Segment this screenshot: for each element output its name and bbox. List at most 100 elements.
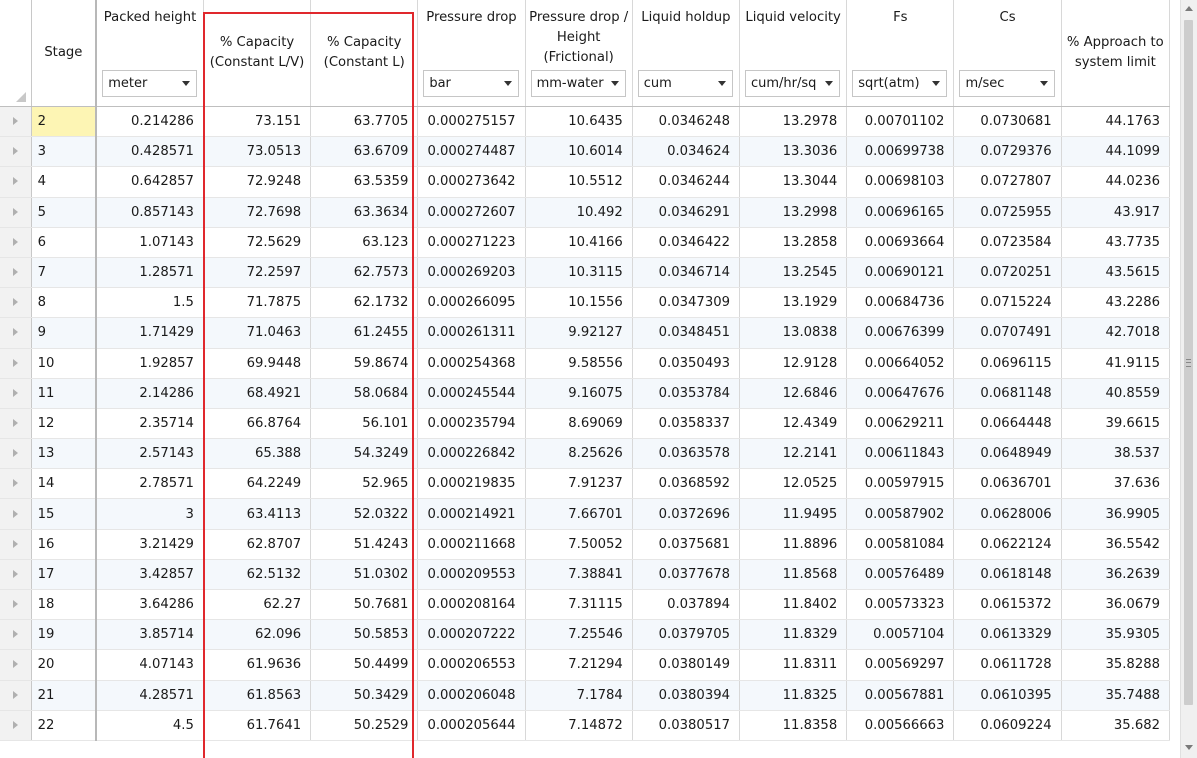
cell-cap_lv[interactable]: 72.2597 — [203, 257, 312, 289]
cell-packed_height[interactable]: 1.71429 — [96, 317, 204, 349]
row-selector[interactable] — [0, 197, 32, 228]
cell-cs[interactable]: 0.0681148 — [953, 378, 1062, 409]
cell-holdup[interactable]: 0.0348451 — [632, 317, 741, 349]
cell-cap_l[interactable]: 50.4499 — [310, 649, 419, 681]
cell-cap_l[interactable]: 63.123 — [310, 227, 419, 258]
cell-dp_h[interactable]: 10.6435 — [525, 106, 633, 138]
cell-dp[interactable]: 0.000206553 — [417, 649, 526, 681]
row-selector[interactable] — [0, 257, 32, 289]
cell-packed_height[interactable]: 3.21429 — [96, 529, 204, 560]
cell-cs[interactable]: 0.0707491 — [953, 317, 1062, 349]
cell-cap_lv[interactable]: 69.9448 — [203, 348, 312, 379]
cell-approach[interactable]: 44.1099 — [1061, 136, 1171, 168]
cell-stage[interactable]: 5 — [31, 197, 98, 228]
cell-dp[interactable]: 0.000208164 — [417, 589, 526, 621]
row-selector[interactable] — [0, 559, 32, 591]
cell-cap_l[interactable]: 62.1732 — [310, 287, 419, 319]
cell-packed_height[interactable]: 3.85714 — [96, 619, 204, 651]
cell-stage[interactable]: 22 — [31, 710, 98, 741]
cell-velocity[interactable]: 12.0525 — [739, 468, 848, 500]
cell-packed_height[interactable]: 0.857143 — [96, 197, 204, 228]
table-row[interactable]: 2 0.214286 73.151 63.7705 0.000275157 10.6435… — [0, 106, 1171, 138]
cell-holdup[interactable]: 0.0358337 — [632, 408, 741, 440]
cell-stage[interactable]: 20 — [31, 649, 98, 681]
col-header-fs[interactable]: Fs sqrt(atm) — [846, 0, 955, 107]
cell-cap_l[interactable]: 50.2529 — [310, 710, 419, 741]
cell-packed_height[interactable]: 3.42857 — [96, 559, 204, 591]
cell-packed_height[interactable]: 2.14286 — [96, 378, 204, 409]
cell-approach[interactable]: 43.7735 — [1061, 227, 1171, 258]
cell-stage[interactable]: 7 — [31, 257, 98, 289]
cell-fs[interactable]: 0.00581084 — [846, 529, 955, 560]
row-selector[interactable] — [0, 287, 32, 319]
cell-packed_height[interactable]: 4.5 — [96, 710, 204, 741]
cell-cap_lv[interactable]: 63.4113 — [203, 498, 312, 530]
table-row[interactable]: 21 4.28571 61.8563 50.3429 0.000206048 7.1784… — [0, 680, 1171, 711]
cell-holdup[interactable]: 0.0350493 — [632, 348, 741, 379]
cell-approach[interactable]: 37.636 — [1061, 468, 1171, 500]
cell-approach[interactable]: 36.5542 — [1061, 529, 1171, 560]
row-selector[interactable] — [0, 348, 32, 379]
col-header-liquid-holdup[interactable]: Liquid holdup cum — [632, 0, 741, 107]
cell-dp_h[interactable]: 10.6014 — [525, 136, 633, 168]
cell-cs[interactable]: 0.0636701 — [953, 468, 1062, 500]
cell-approach[interactable]: 35.682 — [1061, 710, 1171, 741]
cell-holdup[interactable]: 0.0346244 — [632, 166, 741, 198]
row-selector[interactable] — [0, 468, 32, 500]
cell-dp_h[interactable]: 7.14872 — [525, 710, 633, 741]
cell-holdup[interactable]: 0.0375681 — [632, 529, 741, 560]
unit-select-liquid-velocity[interactable]: cum/hr/sq — [745, 70, 841, 97]
cell-stage[interactable]: 14 — [31, 468, 98, 500]
row-selector[interactable] — [0, 166, 32, 198]
cell-dp_h[interactable]: 7.1784 — [525, 680, 633, 711]
cell-holdup[interactable]: 0.0346248 — [632, 106, 741, 138]
cell-fs[interactable]: 0.00690121 — [846, 257, 955, 289]
cell-approach[interactable]: 40.8559 — [1061, 378, 1171, 409]
table-row[interactable]: 11 2.14286 68.4921 58.0684 0.000245544 9.1607… — [0, 378, 1171, 409]
cell-holdup[interactable]: 0.0380517 — [632, 710, 741, 741]
cell-approach[interactable]: 42.7018 — [1061, 317, 1171, 349]
row-selector[interactable] — [0, 529, 32, 560]
table-row[interactable]: 6 1.07143 72.5629 63.123 0.000271223 10.4166 0… — [0, 227, 1171, 258]
row-selector[interactable] — [0, 378, 32, 409]
cell-holdup[interactable]: 0.0377678 — [632, 559, 741, 591]
cell-dp_h[interactable]: 10.492 — [525, 197, 633, 228]
cell-approach[interactable]: 36.9905 — [1061, 498, 1171, 530]
cell-approach[interactable]: 36.0679 — [1061, 589, 1171, 621]
cell-cap_lv[interactable]: 64.2249 — [203, 468, 312, 500]
table-row[interactable]: 14 2.78571 64.2249 52.965 0.000219835 7.91237… — [0, 468, 1171, 500]
table-row[interactable]: 12 2.35714 66.8764 56.101 0.000235794 8.69069… — [0, 408, 1171, 440]
cell-fs[interactable]: 0.00587902 — [846, 498, 955, 530]
unit-select-pressure-drop[interactable]: bar — [423, 70, 519, 97]
cell-dp_h[interactable]: 9.92127 — [525, 317, 633, 349]
cell-cap_lv[interactable]: 72.7698 — [203, 197, 312, 228]
cell-packed_height[interactable]: 1.92857 — [96, 348, 204, 379]
cell-dp[interactable]: 0.000271223 — [417, 227, 526, 258]
cell-stage[interactable]: 6 — [31, 227, 98, 258]
cell-cs[interactable]: 0.0618148 — [953, 559, 1062, 591]
table-row[interactable]: 3 0.428571 73.0513 63.6709 0.000274487 10.601… — [0, 136, 1171, 168]
cell-fs[interactable]: 0.00597915 — [846, 468, 955, 500]
cell-packed_height[interactable]: 4.28571 — [96, 680, 204, 711]
cell-stage[interactable]: 19 — [31, 619, 98, 651]
cell-dp[interactable]: 0.000235794 — [417, 408, 526, 440]
cell-cap_l[interactable]: 51.4243 — [310, 529, 419, 560]
cell-cs[interactable]: 0.0615372 — [953, 589, 1062, 621]
unit-select-liquid-holdup[interactable]: cum — [637, 70, 733, 97]
cell-approach[interactable]: 44.1763 — [1061, 106, 1171, 138]
cell-cap_lv[interactable]: 73.151 — [203, 106, 312, 138]
row-selector[interactable] — [0, 136, 32, 168]
cell-velocity[interactable]: 13.2998 — [739, 197, 848, 228]
cell-fs[interactable]: 0.00684736 — [846, 287, 955, 319]
cell-cap_lv[interactable]: 71.0463 — [203, 317, 312, 349]
cell-dp_h[interactable]: 7.31115 — [525, 589, 633, 621]
cell-cap_lv[interactable]: 72.9248 — [203, 166, 312, 198]
cell-cap_lv[interactable]: 62.8707 — [203, 529, 312, 560]
cell-dp[interactable]: 0.000219835 — [417, 468, 526, 500]
cell-cap_l[interactable]: 52.965 — [310, 468, 419, 500]
cell-dp[interactable]: 0.000211668 — [417, 529, 526, 560]
cell-dp_h[interactable]: 7.50052 — [525, 529, 633, 560]
cell-dp_h[interactable]: 8.69069 — [525, 408, 633, 440]
row-selector[interactable] — [0, 649, 32, 681]
cell-dp_h[interactable]: 10.1556 — [525, 287, 633, 319]
